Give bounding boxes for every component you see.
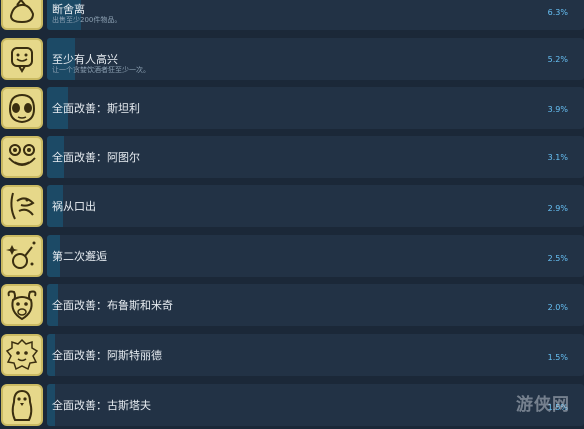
achievement-percent: 2.9% <box>547 204 568 213</box>
achievement-title: 祸从口出 <box>52 200 96 213</box>
creature-mouth-icon <box>1 185 43 227</box>
progress-bar: 祸从口出 2.9% <box>47 185 584 227</box>
achievement-desc: 出售至少200件物品。 <box>52 16 122 24</box>
achievement-row[interactable]: 全面改善：阿斯特丽德 1.5% <box>0 334 584 383</box>
achievement-row[interactable]: 断舍离 出售至少200件物品。 6.3% <box>0 0 584 37</box>
progress-bar: 断舍离 出售至少200件物品。 6.3% <box>47 0 584 30</box>
achievement-list: 断舍离 出售至少200件物品。 6.3% 至少有人高兴 让一个贪婪饮酒者狂至少一… <box>0 0 584 429</box>
progress-bar: 全面改善：布鲁斯和米奇 2.0% <box>47 284 584 326</box>
alien-face-icon <box>1 87 43 129</box>
progress-bar: 全面改善：阿图尔 3.1% <box>47 136 584 178</box>
achievement-row[interactable]: 全面改善：阿图尔 3.1% <box>0 136 584 185</box>
ring-sparkle-icon <box>1 235 43 277</box>
achievement-row[interactable]: 第二次邂逅 2.5% <box>0 235 584 284</box>
achievement-percent: 3.9% <box>547 105 568 114</box>
achievement-percent: 2.5% <box>547 254 568 263</box>
progress-bar: 至少有人高兴 让一个贪婪饮酒者狂至少一次。 5.2% <box>47 38 584 80</box>
achievement-row[interactable]: 全面改善：古斯塔夫 1.5% <box>0 384 584 429</box>
achievement-percent: 1.5% <box>547 353 568 362</box>
achievement-title: 全面改善：阿斯特丽德 <box>52 349 162 362</box>
achievement-row[interactable]: 祸从口出 2.9% <box>0 185 584 234</box>
progress-bar: 全面改善：斯坦利 3.9% <box>47 87 584 129</box>
progress-bar: 第二次邂逅 2.5% <box>47 235 584 277</box>
penguin-icon <box>1 384 43 426</box>
progress-bar: 全面改善：阿斯特丽德 1.5% <box>47 334 584 376</box>
progress-bar: 全面改善：古斯塔夫 1.5% <box>47 384 584 426</box>
happy-face-bubble-icon <box>1 38 43 80</box>
achievement-title: 全面改善：古斯塔夫 <box>52 399 151 412</box>
achievement-title: 全面改善：阿图尔 <box>52 151 140 164</box>
achievement-desc: 让一个贪婪饮酒者狂至少一次。 <box>52 66 150 74</box>
achievement-percent: 2.0% <box>547 303 568 312</box>
achievement-row[interactable]: 全面改善：斯坦利 3.9% <box>0 87 584 136</box>
sack-icon <box>1 0 43 30</box>
ram-face-icon <box>1 284 43 326</box>
achievement-title: 第二次邂逅 <box>52 250 107 263</box>
achievement-percent: 3.1% <box>547 153 568 162</box>
achievement-row[interactable]: 全面改善：布鲁斯和米奇 2.0% <box>0 284 584 333</box>
watermark-logo: 游侠网 <box>516 395 570 415</box>
lion-face-icon <box>1 334 43 376</box>
achievement-title: 全面改善：斯坦利 <box>52 102 140 115</box>
achievement-row[interactable]: 至少有人高兴 让一个贪婪饮酒者狂至少一次。 5.2% <box>0 38 584 87</box>
achievement-percent: 6.3% <box>547 8 568 17</box>
achievement-percent: 5.2% <box>547 55 568 64</box>
achievement-title: 全面改善：布鲁斯和米奇 <box>52 299 173 312</box>
frog-face-icon <box>1 136 43 178</box>
